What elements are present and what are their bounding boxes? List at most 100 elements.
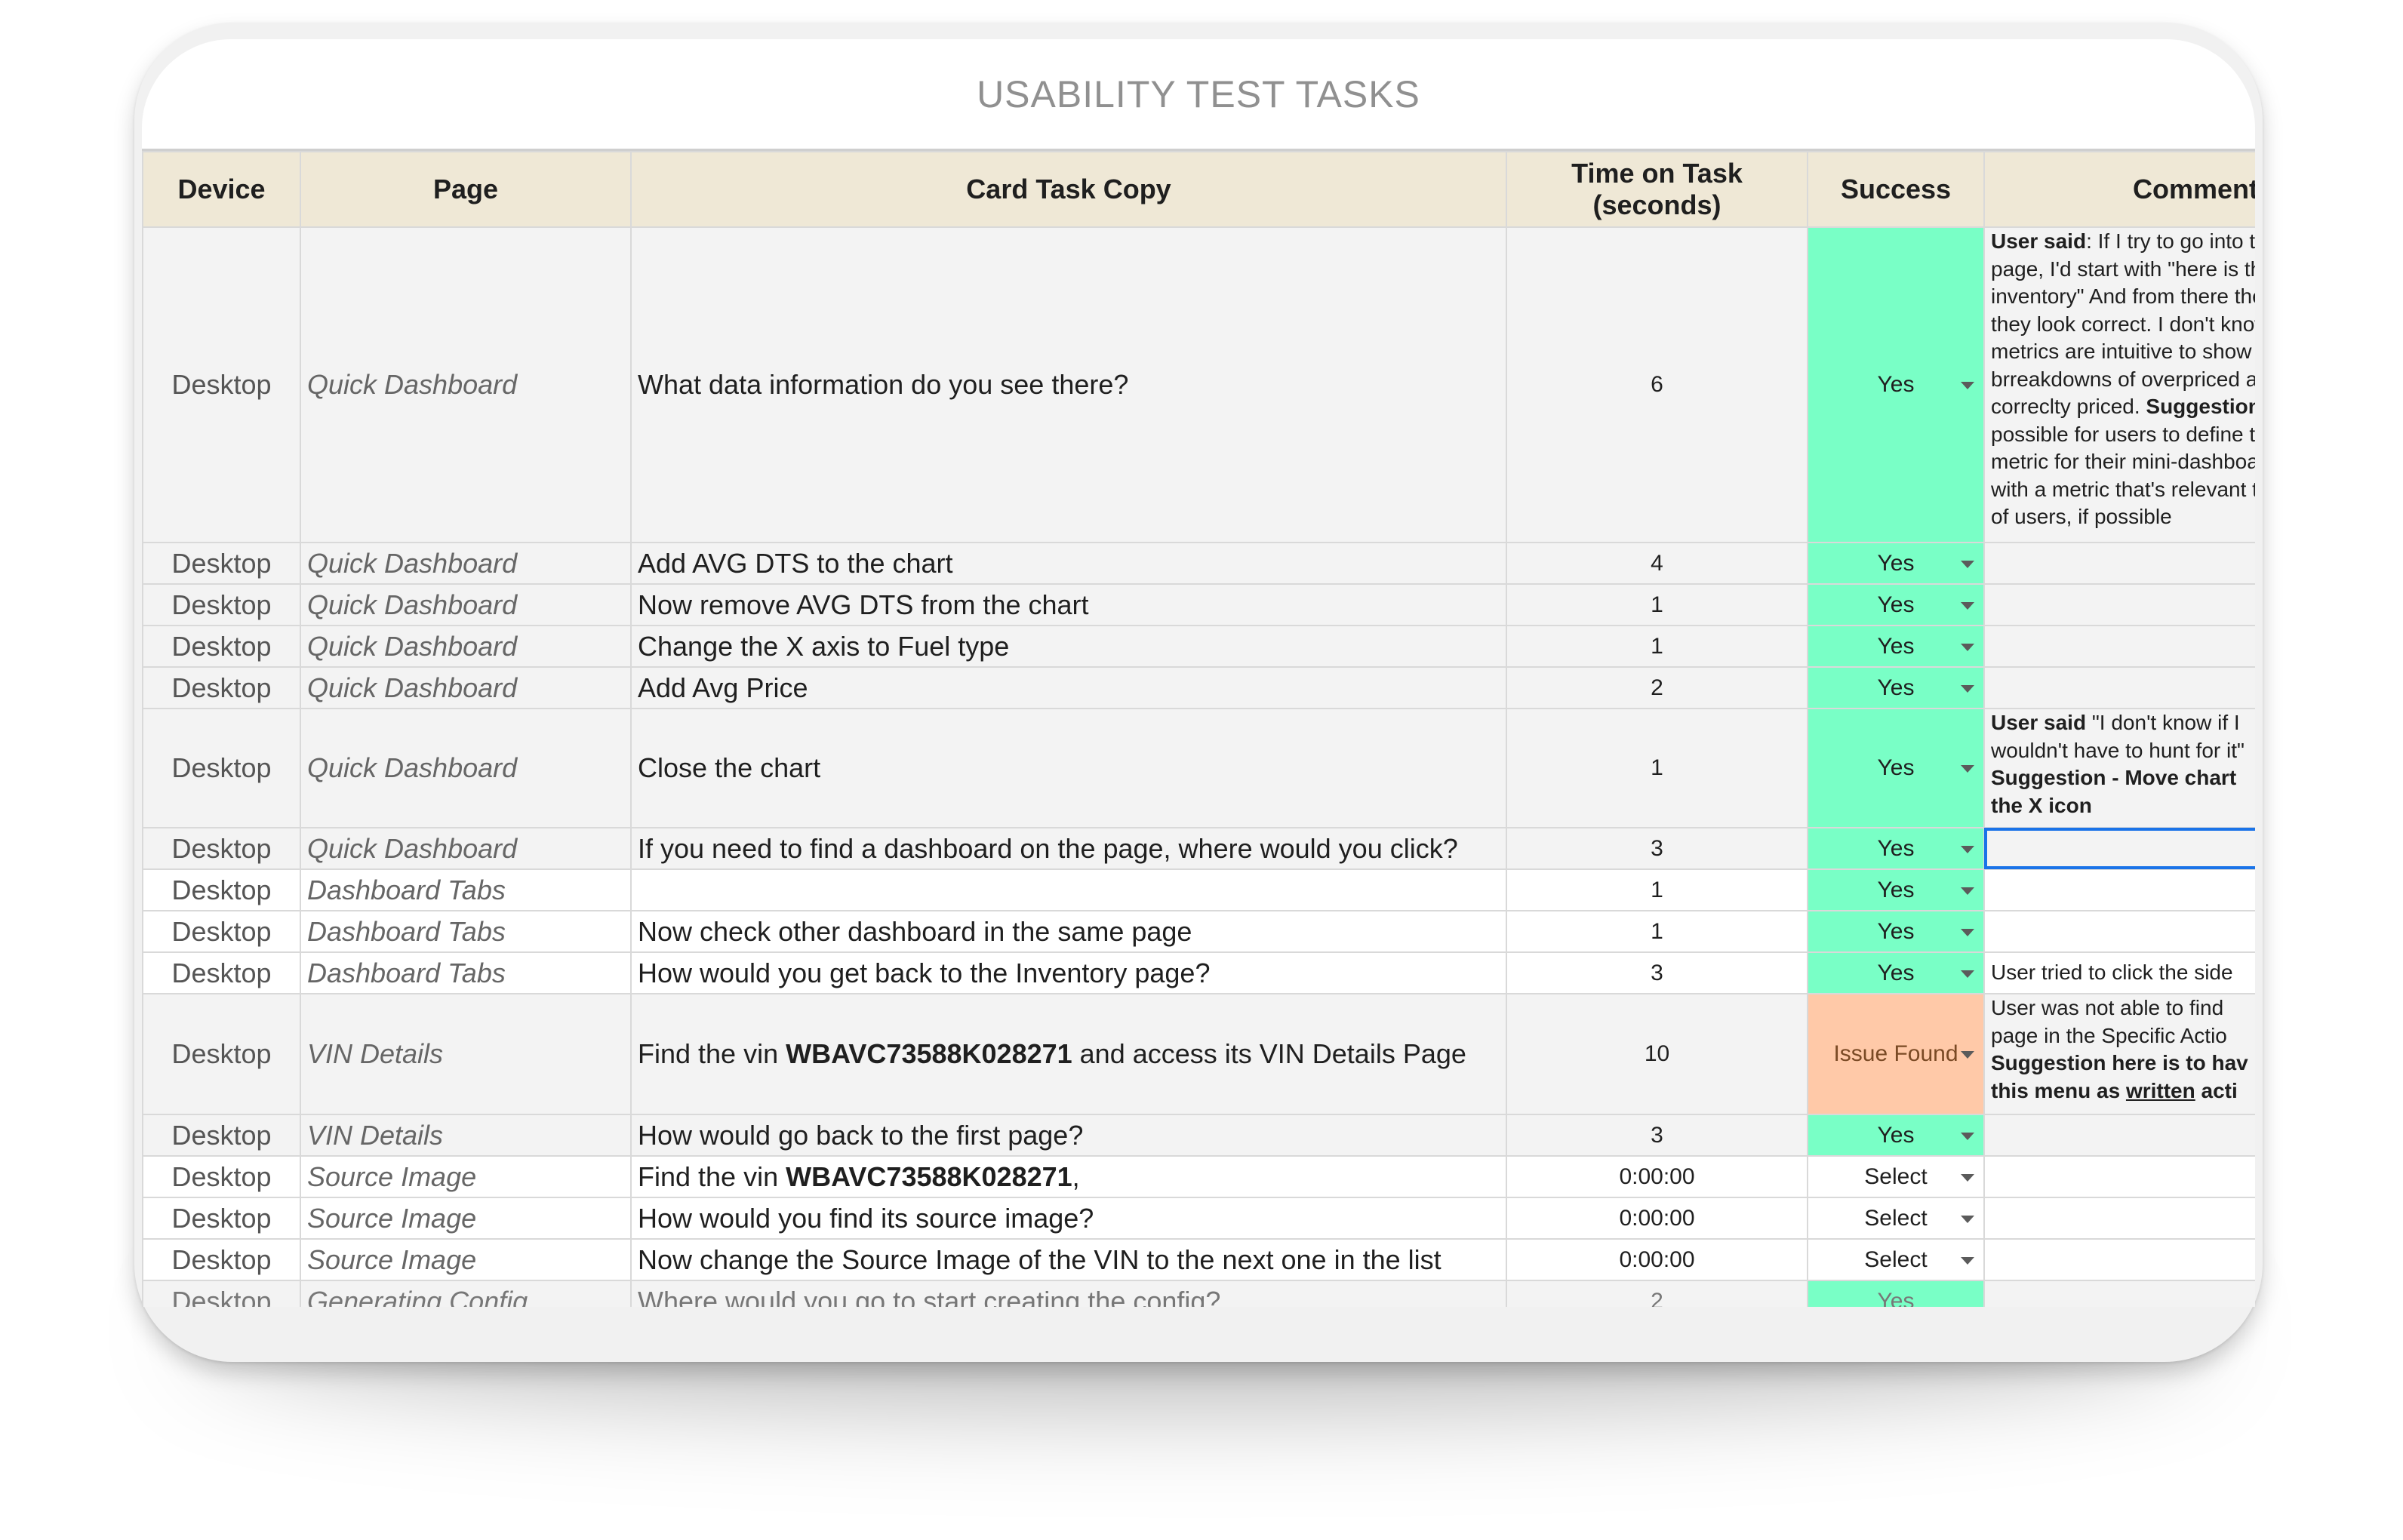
comment-cell[interactable] xyxy=(1983,910,2255,953)
success-dropdown[interactable]: Select xyxy=(1807,1197,1985,1240)
comment-cell[interactable] xyxy=(1983,868,2255,911)
device-cell[interactable]: Desktop xyxy=(142,625,301,668)
page-cell[interactable]: Source Image xyxy=(300,1238,632,1281)
page-cell[interactable]: Quick Dashboard xyxy=(300,827,632,870)
task-cell[interactable]: Find the vin WBAVC73588K028271 and acces… xyxy=(630,993,1507,1115)
task-cell[interactable]: Where would you go to start creating the… xyxy=(630,1280,1507,1307)
time-cell[interactable]: 1 xyxy=(1506,583,1808,626)
comment-cell[interactable] xyxy=(1983,542,2255,585)
device-cell[interactable]: Desktop xyxy=(142,951,301,994)
task-cell[interactable]: How would you get back to the Inventory … xyxy=(630,951,1507,994)
device-cell[interactable]: Desktop xyxy=(142,868,301,911)
success-dropdown[interactable]: Yes xyxy=(1807,708,1985,828)
success-dropdown[interactable]: Yes xyxy=(1807,542,1985,585)
page-cell[interactable]: Quick Dashboard xyxy=(300,583,632,626)
task-cell[interactable]: Add AVG DTS to the chart xyxy=(630,542,1507,585)
device-cell[interactable]: Desktop xyxy=(142,583,301,626)
time-cell[interactable]: 3 xyxy=(1506,1114,1808,1157)
comment-cell[interactable] xyxy=(1983,625,2255,668)
task-cell[interactable]: Now remove AVG DTS from the chart xyxy=(630,583,1507,626)
page-cell[interactable]: Dashboard Tabs xyxy=(300,951,632,994)
success-dropdown[interactable]: Select xyxy=(1807,1238,1985,1281)
device-cell[interactable]: Desktop xyxy=(142,1114,301,1157)
time-cell[interactable]: 1 xyxy=(1506,625,1808,668)
time-cell[interactable]: 3 xyxy=(1506,951,1808,994)
task-cell[interactable]: Add Avg Price xyxy=(630,666,1507,709)
page-cell[interactable]: Generating Config xyxy=(300,1280,632,1307)
comment-cell[interactable] xyxy=(1983,1114,2255,1157)
device-cell[interactable]: Desktop xyxy=(142,1238,301,1281)
time-cell[interactable]: 3 xyxy=(1506,827,1808,870)
success-dropdown[interactable]: Yes xyxy=(1807,868,1985,911)
column-header-page[interactable]: Page xyxy=(300,151,632,228)
task-cell[interactable]: Now change the Source Image of the VIN t… xyxy=(630,1238,1507,1281)
task-cell[interactable]: How would you find its source image? xyxy=(630,1197,1507,1240)
column-header-device[interactable]: Device xyxy=(142,151,301,228)
page-cell[interactable]: Source Image xyxy=(300,1197,632,1240)
device-cell[interactable]: Desktop xyxy=(142,993,301,1115)
page-cell[interactable]: Quick Dashboard xyxy=(300,226,632,543)
success-dropdown[interactable]: Yes xyxy=(1807,583,1985,626)
column-header-time[interactable]: Time on Task (seconds) xyxy=(1506,151,1808,228)
time-cell[interactable]: 6 xyxy=(1506,226,1808,543)
task-cell[interactable]: If you need to find a dashboard on the p… xyxy=(630,827,1507,870)
comment-cell[interactable]: User said "I don't know if I wouldn't ha… xyxy=(1983,708,2255,828)
comment-cell[interactable] xyxy=(1983,1280,2255,1307)
device-cell[interactable]: Desktop xyxy=(142,542,301,585)
comment-cell-selected[interactable] xyxy=(1983,827,2255,870)
page-cell[interactable]: Quick Dashboard xyxy=(300,708,632,828)
success-dropdown[interactable]: Yes xyxy=(1807,1114,1985,1157)
time-cell[interactable]: 1 xyxy=(1506,868,1808,911)
page-cell[interactable]: Quick Dashboard xyxy=(300,625,632,668)
page-cell[interactable]: Quick Dashboard xyxy=(300,542,632,585)
device-cell[interactable]: Desktop xyxy=(142,226,301,543)
task-cell[interactable]: How would go back to the first page? xyxy=(630,1114,1507,1157)
comment-cell[interactable] xyxy=(1983,1155,2255,1198)
success-dropdown[interactable]: Yes xyxy=(1807,910,1985,953)
page-cell[interactable]: Dashboard Tabs xyxy=(300,910,632,953)
task-cell[interactable]: Find the vin WBAVC73588K028271, xyxy=(630,1155,1507,1198)
success-dropdown[interactable]: Yes xyxy=(1807,1280,1985,1307)
time-cell[interactable]: 0:00:00 xyxy=(1506,1238,1808,1281)
device-cell[interactable]: Desktop xyxy=(142,666,301,709)
time-cell[interactable]: 2 xyxy=(1506,1280,1808,1307)
task-cell[interactable] xyxy=(630,868,1507,911)
time-cell[interactable]: 0:00:00 xyxy=(1506,1155,1808,1198)
time-cell[interactable]: 4 xyxy=(1506,542,1808,585)
column-header-comment[interactable]: Comment xyxy=(1983,151,2255,228)
success-dropdown[interactable]: Issue Found xyxy=(1807,993,1985,1115)
device-cell[interactable]: Desktop xyxy=(142,1280,301,1307)
device-cell[interactable]: Desktop xyxy=(142,827,301,870)
page-cell[interactable]: Dashboard Tabs xyxy=(300,868,632,911)
time-cell[interactable]: 1 xyxy=(1506,910,1808,953)
task-cell[interactable]: Close the chart xyxy=(630,708,1507,828)
device-cell[interactable]: Desktop xyxy=(142,1155,301,1198)
column-header-success[interactable]: Success xyxy=(1807,151,1985,228)
success-dropdown[interactable]: Yes xyxy=(1807,951,1985,994)
success-dropdown[interactable]: Select xyxy=(1807,1155,1985,1198)
comment-cell[interactable] xyxy=(1983,583,2255,626)
time-cell[interactable]: 10 xyxy=(1506,993,1808,1115)
page-cell[interactable]: Quick Dashboard xyxy=(300,666,632,709)
comment-cell[interactable] xyxy=(1983,666,2255,709)
page-cell[interactable]: VIN Details xyxy=(300,993,632,1115)
device-cell[interactable]: Desktop xyxy=(142,910,301,953)
task-cell[interactable]: Now check other dashboard in the same pa… xyxy=(630,910,1507,953)
comment-cell[interactable]: User said: If I try to go into the page,… xyxy=(1983,226,2255,543)
page-cell[interactable]: VIN Details xyxy=(300,1114,632,1157)
comment-cell[interactable] xyxy=(1983,1197,2255,1240)
success-dropdown[interactable]: Yes xyxy=(1807,625,1985,668)
comment-cell[interactable]: User tried to click the side xyxy=(1983,951,2255,994)
time-cell[interactable]: 0:00:00 xyxy=(1506,1197,1808,1240)
comment-cell[interactable]: User was not able to find page in the Sp… xyxy=(1983,993,2255,1115)
task-cell[interactable]: What data information do you see there? xyxy=(630,226,1507,543)
time-cell[interactable]: 1 xyxy=(1506,708,1808,828)
device-cell[interactable]: Desktop xyxy=(142,1197,301,1240)
comment-cell[interactable] xyxy=(1983,1238,2255,1281)
page-cell[interactable]: Source Image xyxy=(300,1155,632,1198)
time-cell[interactable]: 2 xyxy=(1506,666,1808,709)
task-cell[interactable]: Change the X axis to Fuel type xyxy=(630,625,1507,668)
device-cell[interactable]: Desktop xyxy=(142,708,301,828)
success-dropdown[interactable]: Yes xyxy=(1807,827,1985,870)
success-dropdown[interactable]: Yes xyxy=(1807,226,1985,543)
